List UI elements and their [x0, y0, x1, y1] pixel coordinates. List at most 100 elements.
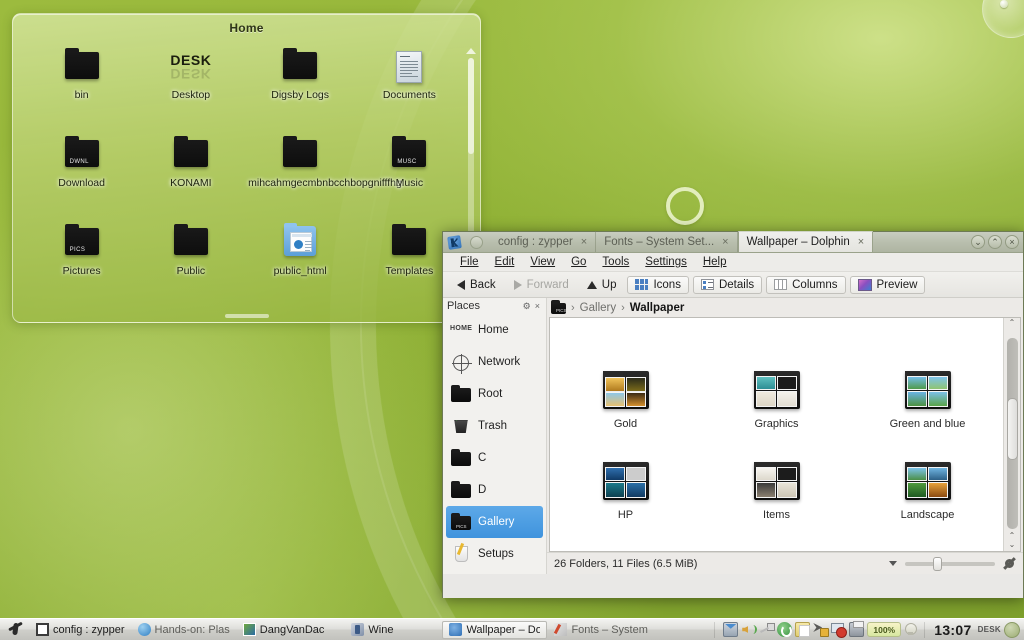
- file-item-graphics[interactable]: Graphics: [701, 357, 852, 448]
- icon-view-items[interactable]: GIMP templates Girls: [550, 318, 1003, 551]
- menu-settings[interactable]: Settings: [637, 256, 695, 268]
- klipper-icon[interactable]: [813, 622, 830, 637]
- scroll-up-icon-bottom[interactable]: ⌃: [1009, 531, 1016, 540]
- place-network[interactable]: Network: [443, 346, 546, 378]
- place-c[interactable]: C: [443, 442, 546, 474]
- menu-file[interactable]: File: [452, 256, 487, 268]
- zoom-slider[interactable]: [905, 556, 995, 571]
- bulb-icon[interactable]: [904, 622, 918, 637]
- folderview-resize-handle[interactable]: [224, 314, 269, 318]
- folderview-item-bin[interactable]: bin: [27, 44, 136, 132]
- window-tabs[interactable]: config : zypper × Fonts – System Set... …: [488, 231, 967, 252]
- menu-help[interactable]: Help: [695, 256, 735, 268]
- volume-icon[interactable]: [741, 622, 758, 637]
- folderview-item-music[interactable]: MUSC Music: [355, 132, 464, 220]
- pager[interactable]: DESK: [978, 621, 1024, 638]
- folderview-widget[interactable]: Home bin DESK Desktop Digsby Logs: [12, 13, 481, 323]
- file-item-gold[interactable]: Gold: [550, 357, 701, 448]
- system-tray[interactable]: 100%: [718, 621, 921, 638]
- scrollbar-track[interactable]: [1007, 338, 1018, 529]
- tab-wallpaper-dolphin[interactable]: Wallpaper – Dolphin ×: [737, 231, 874, 252]
- zoom-slider-knob[interactable]: [933, 556, 942, 571]
- file-item-row4-col2[interactable]: [701, 539, 852, 551]
- dolphin-app-icon[interactable]: [443, 232, 465, 252]
- preview-button[interactable]: Preview: [849, 275, 926, 294]
- close-button[interactable]: ×: [1005, 235, 1019, 249]
- taskbar[interactable]: config : zypper Hands-on: Plas DangVanDa…: [0, 618, 1024, 640]
- file-item-landscape[interactable]: Landscape: [852, 448, 1003, 539]
- folderview-item-pictures[interactable]: PICS Pictures: [27, 220, 136, 308]
- file-item-items[interactable]: Items: [701, 448, 852, 539]
- menu-edit[interactable]: Edit: [487, 256, 523, 268]
- task-dangvandac[interactable]: DangVanDac: [237, 621, 331, 639]
- folderview-item-documents[interactable]: Documents: [355, 44, 464, 132]
- file-item-green-and-blue[interactable]: Green and blue: [852, 357, 1003, 448]
- menu-tools[interactable]: Tools: [594, 256, 637, 268]
- tab-close-icon[interactable]: ×: [720, 236, 728, 248]
- up-button[interactable]: Up: [580, 277, 624, 293]
- dolphin-window[interactable]: config : zypper × Fonts – System Set... …: [442, 231, 1024, 598]
- popup-blocker-icon[interactable]: [831, 622, 848, 638]
- folderview-item-public-html[interactable]: public_html: [246, 220, 355, 308]
- task-config-zypper[interactable]: config : zypper: [30, 621, 131, 639]
- file-item-glass-3d[interactable]: Glass 3D: [852, 318, 1003, 357]
- folderview-item-digsby-logs[interactable]: Digsby Logs: [246, 44, 355, 132]
- scroll-down-icon[interactable]: ⌄: [1009, 540, 1016, 549]
- desktop[interactable]: Home bin DESK Desktop Digsby Logs: [0, 0, 1024, 640]
- menu-go[interactable]: Go: [563, 256, 594, 268]
- updates-icon[interactable]: [777, 622, 793, 637]
- folderview-item-public[interactable]: Public: [136, 220, 245, 308]
- icons-view-button[interactable]: Icons: [627, 275, 689, 294]
- places-close-icon[interactable]: ×: [533, 301, 542, 311]
- battery-indicator[interactable]: 100%: [867, 622, 902, 637]
- window-titlebar[interactable]: config : zypper × Fonts – System Set... …: [443, 231, 1023, 253]
- folderview-item-desktop[interactable]: DESK Desktop: [136, 44, 245, 132]
- file-item-row4-col3[interactable]: [852, 539, 1003, 551]
- clipboard-icon[interactable]: [795, 622, 811, 637]
- toolbar[interactable]: Back Forward Up Icons Details Columns Pr…: [443, 272, 1023, 298]
- printer-icon[interactable]: [849, 621, 865, 637]
- file-item-hp[interactable]: HP: [550, 448, 701, 539]
- menubar[interactable]: File Edit View Go Tools Settings Help: [443, 253, 1023, 272]
- folderview-grid[interactable]: bin DESK Desktop Digsby Logs: [27, 44, 464, 314]
- columns-view-button[interactable]: Columns: [766, 275, 846, 294]
- task-hands-on-plasma[interactable]: Hands-on: Plas: [132, 621, 236, 639]
- file-item-gimp-templates[interactable]: GIMP templates: [550, 318, 701, 357]
- places-settings-icon[interactable]: ⚙: [521, 301, 533, 312]
- tab-config-zypper[interactable]: config : zypper ×: [490, 231, 597, 252]
- places-panel[interactable]: Places ⚙ × HOME Home Network Root Trash …: [443, 298, 547, 574]
- folderview-item-konami[interactable]: KONAMI: [136, 132, 245, 220]
- folderview-item-mihcahmgecmb[interactable]: mihcahmgecmbnbcchbopgnifffhg: [246, 132, 402, 220]
- keyboard-icon[interactable]: [759, 622, 776, 637]
- task-wallpaper-dolphin[interactable]: Wallpaper – Do: [442, 620, 548, 639]
- file-item-girls[interactable]: Girls: [701, 318, 852, 357]
- gear-icon[interactable]: [1003, 557, 1016, 570]
- tab-close-icon[interactable]: ×: [856, 236, 864, 248]
- task-fonts-system-settings[interactable]: Fonts – System: [548, 621, 653, 639]
- place-gallery[interactable]: PICS Gallery: [446, 506, 543, 538]
- forward-button[interactable]: Forward: [507, 277, 576, 293]
- breadcrumb[interactable]: PICS › Gallery › Wallpaper: [547, 298, 1023, 317]
- mail-icon[interactable]: [723, 622, 739, 637]
- zoom-caret-icon[interactable]: [889, 561, 897, 566]
- place-root[interactable]: Root: [443, 378, 546, 410]
- show-desktop-button[interactable]: [1004, 621, 1020, 638]
- kickoff-icon[interactable]: [0, 622, 30, 637]
- menu-view[interactable]: View: [522, 256, 563, 268]
- clock[interactable]: 13:07: [928, 622, 977, 638]
- scroll-up-icon[interactable]: [466, 48, 476, 54]
- tab-fonts-system-settings[interactable]: Fonts – System Set... ×: [596, 231, 738, 252]
- file-item-row4-col1[interactable]: [550, 539, 701, 551]
- folderview-item-download[interactable]: DWNL Download: [27, 132, 136, 220]
- back-button[interactable]: Back: [450, 277, 503, 293]
- breadcrumb-item-wallpaper[interactable]: Wallpaper: [630, 302, 685, 314]
- task-wine[interactable]: Wine: [345, 621, 399, 639]
- titlebar-menu-button[interactable]: [470, 235, 483, 249]
- tab-close-icon[interactable]: ×: [579, 236, 587, 248]
- place-d[interactable]: D: [443, 474, 546, 506]
- folderview-scroll-handle[interactable]: [468, 58, 474, 154]
- icon-view[interactable]: GIMP templates Girls: [550, 318, 1003, 551]
- place-home[interactable]: HOME Home: [443, 314, 546, 346]
- place-trash[interactable]: Trash: [443, 410, 546, 442]
- details-view-button[interactable]: Details: [692, 275, 763, 294]
